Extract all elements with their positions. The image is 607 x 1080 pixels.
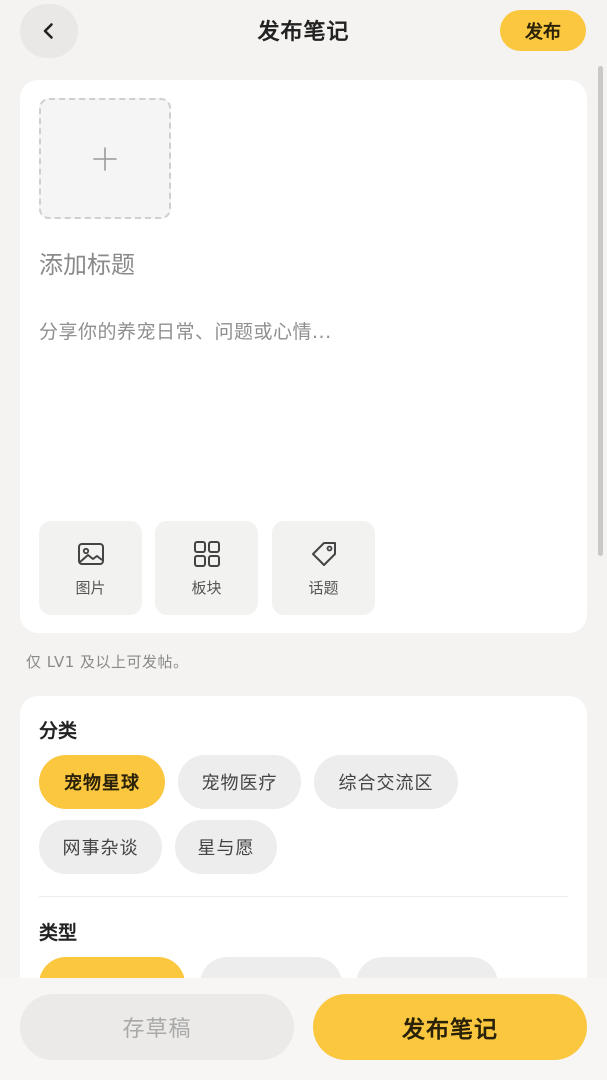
- divider: [39, 896, 568, 897]
- category-chip[interactable]: 星与愿: [175, 820, 277, 874]
- top-bar: 发布笔记 发布: [0, 0, 607, 62]
- tag-icon: [311, 541, 336, 566]
- tool-image-label: 图片: [75, 578, 106, 597]
- category-chip[interactable]: 网事杂谈: [39, 820, 162, 874]
- tool-section-label: 板块: [191, 578, 222, 597]
- level-requirement-note: 仅 LV1 及以上可发帖。: [26, 653, 189, 671]
- content-input[interactable]: 分享你的养宠日常、问题或心情...: [39, 317, 559, 344]
- grid-icon: [193, 540, 220, 567]
- publish-button[interactable]: 发布: [500, 10, 586, 51]
- tool-topic-label: 话题: [308, 578, 339, 597]
- category-chip[interactable]: 宠物星球: [39, 755, 165, 809]
- add-image-slot[interactable]: [39, 98, 171, 219]
- bottom-action-bar: 存草稿 发布笔记: [0, 978, 607, 1080]
- category-chip[interactable]: 宠物医疗: [178, 755, 301, 809]
- options-card: 分类 宠物星球 宠物医疗 综合交流区 网事杂谈 星与愿 类型: [20, 696, 587, 1026]
- scrollbar[interactable]: [598, 66, 603, 556]
- publish-note-button[interactable]: 发布笔记: [313, 994, 587, 1060]
- tool-topic-button[interactable]: 话题: [272, 521, 375, 615]
- tool-image-button[interactable]: 图片: [39, 521, 142, 615]
- image-icon: [77, 542, 104, 565]
- publish-note-screen: 发布笔记 发布 添加标题 分享你的养宠日常、问题或心情... 图片 板块 话题 …: [0, 0, 607, 1080]
- plus-icon: [93, 146, 117, 171]
- title-input[interactable]: 添加标题: [39, 245, 559, 280]
- tool-section-button[interactable]: 板块: [155, 521, 258, 615]
- category-chip[interactable]: 综合交流区: [314, 755, 458, 809]
- editor-card: 添加标题 分享你的养宠日常、问题或心情... 图片 板块 话题: [20, 80, 587, 633]
- type-label: 类型: [39, 922, 78, 944]
- save-draft-button[interactable]: 存草稿: [20, 994, 294, 1060]
- category-label: 分类: [39, 720, 78, 742]
